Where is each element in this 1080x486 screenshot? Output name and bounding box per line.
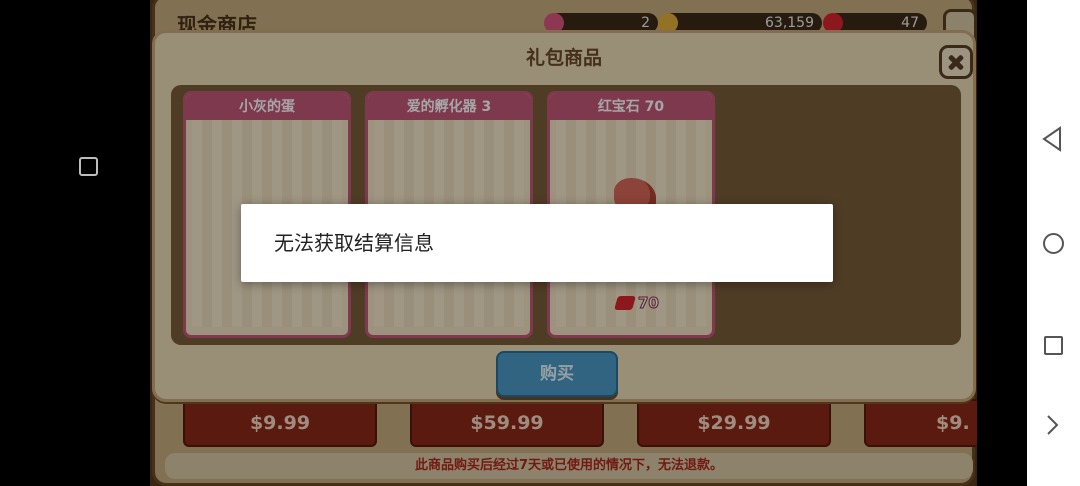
back-icon[interactable]	[1041, 126, 1063, 152]
error-message: 无法获取结算信息	[274, 231, 434, 255]
recents-square-icon[interactable]	[79, 157, 98, 176]
home-icon[interactable]	[1043, 233, 1064, 254]
recents-icon[interactable]	[1044, 336, 1063, 355]
android-nav-bar	[1027, 0, 1080, 486]
left-system-bar	[0, 0, 150, 486]
error-toast: 无法获取结算信息	[241, 204, 833, 282]
chevron-right-icon[interactable]	[1045, 414, 1061, 436]
